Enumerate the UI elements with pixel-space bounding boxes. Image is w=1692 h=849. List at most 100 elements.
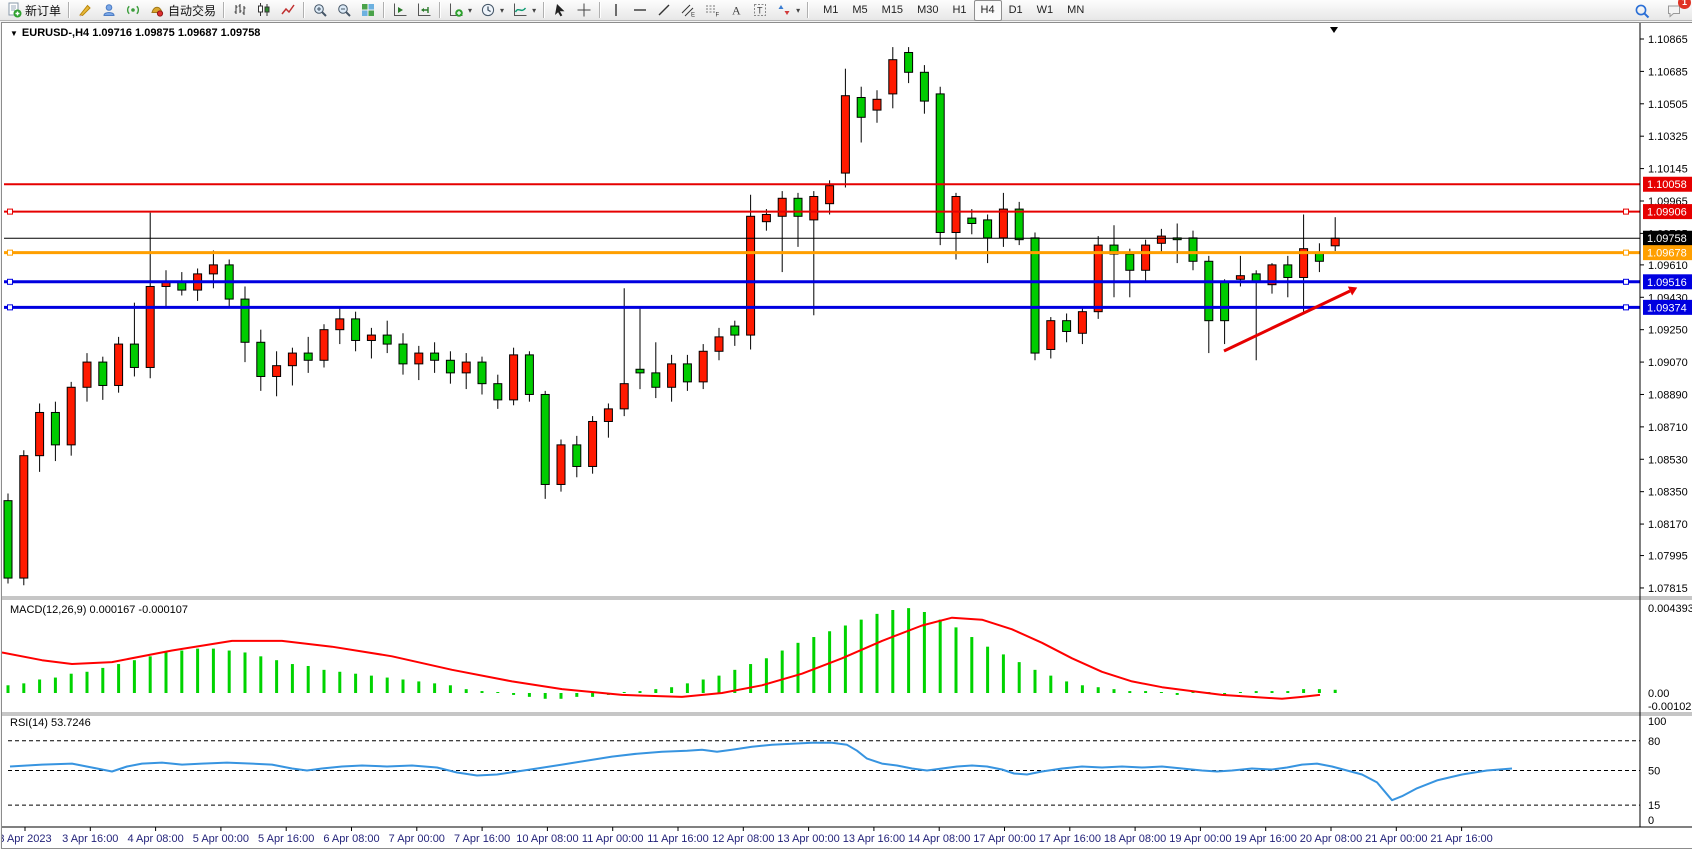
hline-handle[interactable] (8, 209, 13, 214)
chart-shift-button[interactable] (412, 0, 436, 21)
zoom-out-button[interactable] (332, 0, 356, 21)
chevron-down-icon[interactable]: ▾ (500, 6, 504, 15)
periods-button[interactable]: ▾ (476, 0, 508, 21)
candle-body (510, 355, 518, 400)
collapse-icon[interactable]: ▼ (10, 29, 18, 38)
timeframe-w1[interactable]: W1 (1030, 0, 1061, 21)
tile-windows-button[interactable] (356, 0, 380, 21)
hline-handle[interactable] (8, 305, 13, 310)
chart-plus-icon (448, 2, 464, 18)
time-label[interactable]: 3 Apr 2023 (2, 833, 52, 845)
bars-view-button[interactable] (228, 0, 252, 21)
cursor-button[interactable] (548, 0, 572, 21)
timeframe-m1[interactable]: M1 (816, 0, 845, 21)
time-label[interactable]: 10 Apr 08:00 (516, 833, 578, 845)
templates-button[interactable]: ▾ (508, 0, 540, 21)
text-button[interactable]: A (724, 0, 748, 21)
community-button[interactable] (97, 0, 121, 21)
zoom-in-button[interactable] (308, 0, 332, 21)
candle-body (636, 369, 644, 373)
time-label[interactable]: 18 Apr 08:00 (1104, 833, 1166, 845)
candle-body (130, 344, 138, 367)
timeframe-d1[interactable]: D1 (1002, 0, 1030, 21)
time-label[interactable]: 13 Apr 16:00 (843, 833, 905, 845)
candle-body (1157, 236, 1165, 243)
candle-body (115, 344, 123, 385)
new-chart-button[interactable]: ▾ (444, 0, 476, 21)
timeframe-h4[interactable]: H4 (974, 0, 1002, 21)
hline-handle[interactable] (8, 279, 13, 284)
hline-handle[interactable] (8, 250, 13, 255)
candle-body (4, 501, 12, 578)
timeframe-m30[interactable]: M30 (910, 0, 945, 21)
toolbar-separator (439, 2, 441, 18)
channel-button[interactable]: E (676, 0, 700, 21)
candle-body (762, 214, 770, 221)
time-label[interactable]: 5 Apr 16:00 (258, 833, 314, 845)
chevron-down-icon[interactable]: ▾ (796, 6, 800, 15)
chevron-down-icon[interactable]: ▾ (468, 6, 472, 15)
shapes-icon (776, 2, 792, 18)
time-label[interactable]: 21 Apr 00:00 (1365, 833, 1427, 845)
text-label-button[interactable]: T (748, 0, 772, 21)
hline-handle[interactable] (1624, 305, 1629, 310)
styler-button[interactable] (73, 0, 97, 21)
time-label[interactable]: 21 Apr 16:00 (1430, 833, 1492, 845)
chart-area[interactable]: ▼EURUSD-,H4 1.09716 1.09875 1.09687 1.09… (1, 22, 1692, 849)
candle-body (320, 330, 328, 361)
time-label[interactable]: 12 Apr 08:00 (712, 833, 774, 845)
time-label[interactable]: 14 Apr 08:00 (908, 833, 970, 845)
time-label[interactable]: 7 Apr 16:00 (454, 833, 510, 845)
time-label[interactable]: 17 Apr 00:00 (973, 833, 1035, 845)
timeframe-m15[interactable]: M15 (875, 0, 910, 21)
timeframe-h1[interactable]: H1 (945, 0, 973, 21)
chartshift-icon (416, 2, 432, 18)
vertical-line-button[interactable] (604, 0, 628, 21)
candle-body (20, 456, 28, 578)
search-button[interactable] (1630, 0, 1654, 21)
toolbar-separator (383, 2, 385, 18)
arrows-button[interactable]: ▾ (772, 0, 804, 21)
candle-body (67, 387, 75, 445)
horizontal-line-button[interactable] (628, 0, 652, 21)
candle-body (1252, 274, 1260, 281)
hline-handle[interactable] (1624, 250, 1629, 255)
auto-scroll-button[interactable] (388, 0, 412, 21)
chevron-down-icon[interactable]: ▾ (532, 6, 536, 15)
time-label[interactable]: 19 Apr 16:00 (1235, 833, 1297, 845)
hline-handle[interactable] (1624, 279, 1629, 284)
autotrade-button[interactable]: 自动交易 (145, 0, 220, 21)
timeframe-mn[interactable]: MN (1060, 0, 1091, 21)
timeframe-m5[interactable]: M5 (845, 0, 874, 21)
time-label[interactable]: 17 Apr 16:00 (1039, 833, 1101, 845)
fibonacci-button[interactable]: F (700, 0, 724, 21)
rsi-axis-15: 15 (1648, 800, 1660, 812)
price-tag-1.09516: 1.09516 (1647, 277, 1687, 289)
time-label[interactable]: 13 Apr 00:00 (777, 833, 839, 845)
time-label[interactable]: 19 Apr 00:00 (1169, 833, 1231, 845)
candle-body (1221, 281, 1229, 321)
candle-body (620, 384, 628, 409)
candle-body (668, 364, 676, 387)
linechart-icon (280, 2, 296, 18)
line-view-button[interactable] (276, 0, 300, 21)
cloud-user-icon (101, 2, 117, 18)
time-label[interactable]: 11 Apr 00:00 (582, 833, 644, 845)
time-label[interactable]: 4 Apr 08:00 (127, 833, 183, 845)
time-label[interactable]: 20 Apr 08:00 (1300, 833, 1362, 845)
chat-button[interactable]: 1 (1662, 0, 1686, 21)
chart-canvas[interactable]: 1.108651.106851.105051.103251.101451.099… (2, 23, 1692, 848)
hline-handle[interactable] (1624, 209, 1629, 214)
new-order-button[interactable]: 新订单 (2, 0, 65, 21)
time-label[interactable]: 7 Apr 00:00 (389, 833, 445, 845)
time-label[interactable]: 11 Apr 16:00 (647, 833, 709, 845)
time-label[interactable]: 5 Apr 00:00 (193, 833, 249, 845)
candles-view-button[interactable] (252, 0, 276, 21)
time-label[interactable]: 3 Apr 16:00 (62, 833, 118, 845)
crosshair-button[interactable] (572, 0, 596, 21)
price-tag-1.09758: 1.09758 (1647, 233, 1687, 245)
channel-icon: E (680, 2, 696, 18)
signals-button[interactable] (121, 0, 145, 21)
time-label[interactable]: 6 Apr 08:00 (323, 833, 379, 845)
trendline-button[interactable] (652, 0, 676, 21)
